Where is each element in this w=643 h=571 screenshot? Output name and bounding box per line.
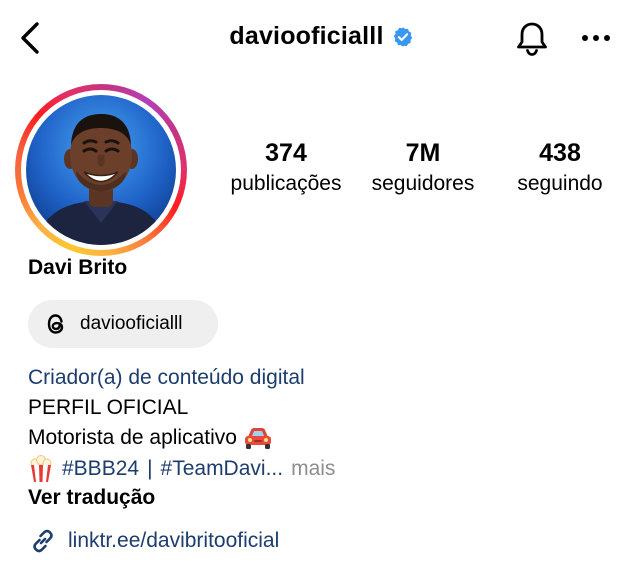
hashtag-bbb24[interactable]: #BBB24	[62, 455, 139, 483]
more-options-button[interactable]	[574, 20, 618, 56]
profile-category: Criador(a) de conteúdo digital	[28, 366, 305, 389]
posts-label: publicações	[230, 172, 342, 195]
header-username: daviooficialll	[229, 22, 384, 50]
bell-icon	[517, 22, 547, 56]
more-horizontal-icon	[582, 35, 610, 41]
threads-badge-button[interactable]: daviooficialll	[28, 300, 218, 348]
following-count: 438	[539, 139, 581, 167]
followers-label: seguidores	[371, 172, 475, 195]
story-ring[interactable]	[15, 84, 187, 256]
bio-line-3: #BBB24 | #TeamDavi... mais	[28, 455, 335, 483]
display-name: Davi Brito	[28, 256, 128, 279]
stat-posts[interactable]: 374 publicações	[222, 138, 350, 198]
stat-following[interactable]: 438 seguindo	[503, 138, 617, 198]
bio-line-2-text: Motorista de aplicativo	[28, 426, 237, 449]
popcorn-emoji-icon	[30, 455, 52, 482]
verified-badge-icon	[392, 26, 414, 48]
bio-line-1: PERFIL OFICIAL	[28, 396, 189, 419]
translate-link[interactable]: Ver tradução	[28, 486, 155, 510]
hashtag-separator: |	[147, 457, 153, 480]
threads-handle: daviooficialll	[80, 313, 183, 334]
avatar	[26, 95, 176, 245]
following-label: seguindo	[517, 172, 603, 195]
link-icon	[33, 529, 53, 553]
avatar-border	[21, 90, 181, 250]
threads-icon	[47, 314, 64, 334]
followers-count: 7M	[405, 139, 441, 167]
bio-more-link[interactable]: mais	[291, 455, 335, 483]
profile-link-url: linktr.ee/davibritooficial	[68, 529, 280, 552]
stat-followers[interactable]: 7M seguidores	[358, 138, 488, 198]
posts-count: 374	[265, 139, 307, 167]
profile-header: daviooficialll	[0, 0, 643, 80]
profile-link[interactable]: linktr.ee/davibritooficial	[28, 526, 279, 556]
notifications-button[interactable]	[512, 18, 552, 60]
car-emoji-icon	[244, 428, 271, 449]
hashtag-teamdavi[interactable]: #TeamDavi...	[161, 455, 284, 483]
bio-line-2: Motorista de aplicativo	[28, 424, 273, 452]
